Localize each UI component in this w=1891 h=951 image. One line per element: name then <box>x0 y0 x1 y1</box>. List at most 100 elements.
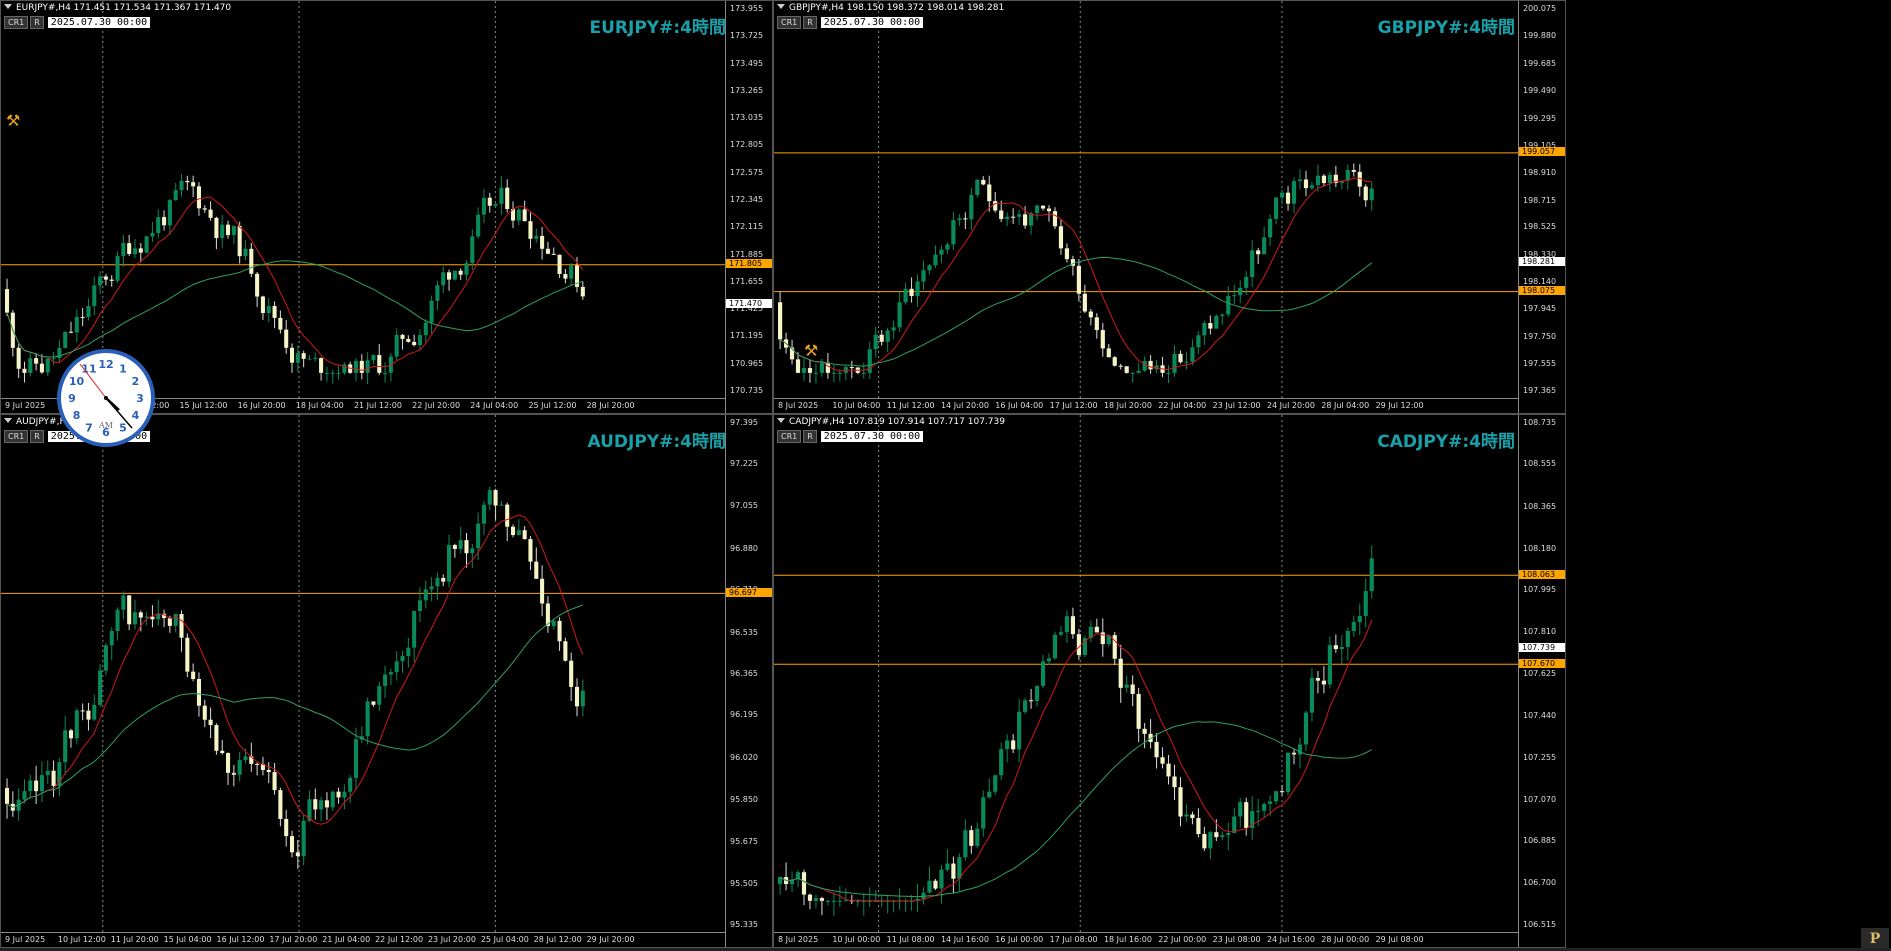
candle[interactable] <box>266 769 271 773</box>
candle[interactable] <box>132 612 138 625</box>
candle[interactable] <box>353 360 359 373</box>
candle[interactable] <box>417 335 423 346</box>
candle[interactable] <box>1369 558 1374 592</box>
candle[interactable] <box>51 358 56 360</box>
candle[interactable] <box>1238 287 1243 296</box>
cr-button[interactable]: CR1 <box>777 16 802 29</box>
candle[interactable] <box>1268 218 1273 238</box>
candle[interactable] <box>903 288 908 303</box>
candle[interactable] <box>336 372 341 374</box>
candle[interactable] <box>1244 802 1249 828</box>
candle[interactable] <box>1303 712 1309 745</box>
candle[interactable] <box>1214 315 1219 329</box>
candle[interactable] <box>284 329 289 348</box>
date-field[interactable]: 2025.07.30 00:00 <box>820 431 924 442</box>
candle[interactable] <box>167 200 172 226</box>
candle[interactable] <box>493 203 498 206</box>
candle[interactable] <box>534 561 539 579</box>
candle[interactable] <box>1268 801 1273 804</box>
candle[interactable] <box>208 209 213 218</box>
candle[interactable] <box>226 224 231 236</box>
candle[interactable] <box>1094 626 1099 633</box>
candle[interactable] <box>423 589 428 601</box>
candle[interactable] <box>400 334 405 339</box>
candle[interactable] <box>138 612 143 618</box>
candle[interactable] <box>569 265 574 279</box>
candle[interactable] <box>487 490 492 505</box>
candle[interactable] <box>969 194 974 220</box>
candle[interactable] <box>92 285 97 307</box>
candle[interactable] <box>1034 685 1040 702</box>
candle[interactable] <box>127 595 132 625</box>
candle[interactable] <box>1202 323 1207 336</box>
cr-button[interactable]: CR1 <box>4 16 29 29</box>
candle[interactable] <box>185 180 190 183</box>
candle[interactable] <box>255 273 260 297</box>
candle[interactable] <box>1005 740 1010 750</box>
candle[interactable] <box>45 358 50 373</box>
candle[interactable] <box>237 226 242 257</box>
candle[interactable] <box>336 791 341 798</box>
candle[interactable] <box>22 791 27 800</box>
time-axis[interactable]: 9 Jul 2025 10 Jul 12:00 11 Jul 20:00 15 Jul… <box>1 932 726 947</box>
candle[interactable] <box>1184 814 1189 817</box>
candle[interactable] <box>1184 361 1189 363</box>
price-axis[interactable]: 97.39597.22597.05596.88096.71096.53596.3… <box>725 415 772 947</box>
candle[interactable] <box>1136 693 1141 729</box>
candle[interactable] <box>470 236 475 264</box>
candle[interactable] <box>1046 208 1052 212</box>
candle[interactable] <box>855 900 860 902</box>
candle[interactable] <box>423 322 428 336</box>
r-button[interactable]: R <box>803 430 817 443</box>
candle[interactable] <box>156 217 161 234</box>
candle[interactable] <box>801 368 807 373</box>
candle[interactable] <box>452 545 457 549</box>
candle[interactable] <box>1094 317 1099 331</box>
candle[interactable] <box>1196 818 1201 835</box>
candle[interactable] <box>891 327 896 331</box>
candle[interactable] <box>807 368 813 373</box>
candle[interactable] <box>39 775 44 792</box>
candle[interactable] <box>1082 293 1087 312</box>
candle[interactable] <box>1279 791 1285 793</box>
candle[interactable] <box>28 780 33 792</box>
candle[interactable] <box>1274 791 1279 802</box>
chart-window-cadjpy[interactable]: CADJPY#,H4 107.819 107.914 107.717 107.7… <box>773 414 1566 948</box>
candle[interactable] <box>1064 248 1070 260</box>
candle[interactable] <box>39 363 44 373</box>
candle[interactable] <box>191 182 196 187</box>
candle[interactable] <box>975 179 980 195</box>
r-button[interactable]: R <box>803 16 817 29</box>
candle[interactable] <box>569 660 574 687</box>
candle[interactable] <box>109 279 114 281</box>
analog-clock[interactable]: 12 1234567891011 AM <box>56 348 156 448</box>
candle[interactable] <box>127 243 132 254</box>
candle[interactable] <box>435 577 440 587</box>
candle[interactable] <box>231 226 236 236</box>
candle[interactable] <box>540 578 545 604</box>
candle[interactable] <box>951 220 956 245</box>
candle[interactable] <box>1136 370 1141 373</box>
candle[interactable] <box>220 224 225 239</box>
candle[interactable] <box>179 180 184 191</box>
candle[interactable] <box>545 248 550 254</box>
chart-window-audjpy[interactable]: AUDJPY#,H4 96.687 CR1 R 2025.07.30 00:00… <box>0 414 773 948</box>
candle[interactable] <box>132 248 138 254</box>
candle[interactable] <box>1112 357 1117 366</box>
candle[interactable] <box>295 852 300 857</box>
candle[interactable] <box>476 214 481 237</box>
candle[interactable] <box>394 661 399 673</box>
candle[interactable] <box>1058 226 1064 249</box>
candle[interactable] <box>371 701 376 705</box>
candle[interactable] <box>1321 680 1326 685</box>
candle[interactable] <box>861 372 866 374</box>
candle[interactable] <box>1297 179 1303 182</box>
candle[interactable] <box>383 674 388 687</box>
chevron-down-icon[interactable] <box>4 418 12 423</box>
candle[interactable] <box>5 788 10 804</box>
candle[interactable] <box>86 710 91 720</box>
candle[interactable] <box>400 656 405 662</box>
candle[interactable] <box>945 244 950 250</box>
candle[interactable] <box>1052 211 1058 227</box>
candle[interactable] <box>1214 832 1219 838</box>
